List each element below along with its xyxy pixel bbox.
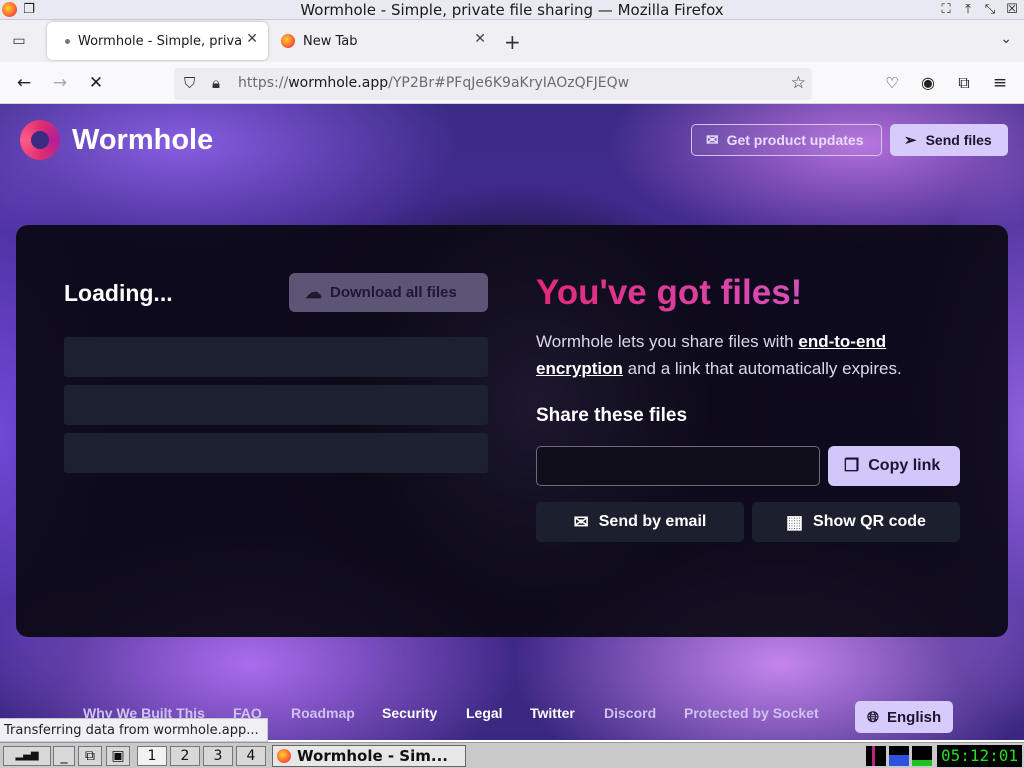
send-files-label: Send files [925, 132, 992, 148]
workspace-4[interactable]: 4 [236, 746, 266, 766]
paper-plane-icon: ➢ [904, 132, 917, 149]
copy-link-button[interactable]: ❐ Copy link [828, 446, 960, 486]
tab-wormhole[interactable]: Wormhole - Simple, private file sharing … [47, 22, 268, 60]
file-placeholder-row [64, 433, 488, 473]
bookmark-star-icon[interactable]: ☆ [791, 73, 806, 93]
url-prefix: https:// [238, 75, 289, 91]
network-monitor-icon [912, 746, 932, 766]
footer-link-roadmap[interactable]: Roadmap [291, 705, 355, 721]
globe-icon: 🌐︎ [867, 708, 880, 726]
padlock-icon[interactable]: 🔒︎ [212, 74, 220, 92]
clock: 05:12:01 [937, 745, 1022, 767]
wormhole-logo-icon[interactable] [20, 120, 60, 160]
tracking-shield-icon[interactable]: ⛉ [184, 74, 195, 92]
download-all-files-button[interactable]: ☁ Download all files [289, 273, 488, 312]
url-bar[interactable]: ⛉ 🔒︎ https://wormhole.app/YP2Br#PFqJe6K9… [174, 68, 812, 100]
send-by-email-label: Send by email [598, 513, 707, 530]
close-window-icon[interactable]: ☒ [1004, 2, 1020, 18]
stop-loading-icon[interactable]: ✕ [85, 72, 107, 94]
minimize-all-icon[interactable]: _ [53, 746, 75, 766]
memory-monitor-icon [889, 746, 909, 766]
resize-icon[interactable]: ⤡ [982, 2, 998, 18]
url-domain: wormhole.app [288, 75, 389, 91]
cloud-download-icon: ☁ [305, 282, 322, 302]
send-by-email-button[interactable]: ✉ Send by email [536, 502, 744, 542]
network-wifi-icon[interactable]: ▂▄▆ [3, 746, 51, 766]
status-tooltip: Transferring data from wormhole.app... [0, 718, 268, 742]
share-heading: Share these files [536, 405, 688, 426]
close-tab-icon[interactable]: ✕ [246, 31, 258, 47]
forward-arrow-icon[interactable]: → [49, 72, 71, 94]
language-selector-button[interactable]: 🌐︎ English [855, 701, 953, 733]
send-files-button[interactable]: ➢ Send files [890, 124, 1008, 156]
back-arrow-icon[interactable]: ← [13, 72, 35, 94]
get-product-updates-button[interactable]: ✉ Get product updates [691, 124, 882, 156]
desktop-icon[interactable]: ▣ [106, 746, 130, 766]
qr-code-icon: ▦ [786, 511, 804, 532]
language-label: English [887, 708, 942, 726]
tab-title: Wormhole - Simple, private file sharing [78, 33, 243, 49]
url-text[interactable]: https://wormhole.app/YP2Br#PFqJe6K9aKryI… [238, 75, 629, 91]
taskbar-window-firefox[interactable]: Wormhole - Sim... [272, 745, 466, 767]
close-tab-icon[interactable]: ✕ [474, 31, 486, 47]
file-placeholder-row [64, 385, 488, 425]
mail-icon: ✉ [706, 132, 719, 149]
description-text-2: and a link that automatically expires. [622, 359, 902, 378]
extensions-puzzle-icon[interactable]: ⧉ [953, 72, 975, 94]
loading-heading: Loading... [64, 280, 173, 306]
headline: You've got files! [536, 273, 803, 312]
window-title: Wormhole - Simple, private file sharing … [300, 1, 724, 19]
list-all-tabs-chevron-icon[interactable]: ⌄ [1000, 31, 1012, 47]
new-tab-plus-icon[interactable]: + [504, 30, 521, 54]
firefox-favicon-icon [277, 749, 291, 763]
pin-top-icon[interactable]: ⤒ [960, 2, 976, 18]
firefox-view-icon[interactable]: ▭ [8, 31, 30, 51]
tab-strip: ▭ Wormhole - Simple, private file sharin… [0, 20, 1024, 62]
updates-label: Get product updates [726, 132, 864, 148]
footer-link-legal[interactable]: Legal [466, 705, 503, 721]
window-titlebar: ❐ Wormhole - Simple, private file sharin… [0, 0, 1024, 20]
taskbar: ▂▄▆ _ ⧉ ▣ 1 2 3 4 Wormhole - Sim... 05:1… [0, 742, 1024, 768]
navigation-toolbar: ← → ✕ ⛉ 🔒︎ https://wormhole.app/YP2Br#PF… [0, 62, 1024, 104]
copy-link-label: Copy link [868, 457, 941, 474]
hamburger-menu-icon[interactable]: ≡ [989, 72, 1011, 94]
brand-name[interactable]: Wormhole [72, 124, 213, 157]
copy-icon: ❐ [844, 456, 860, 475]
fullscreen-icon[interactable]: ⛶ [938, 2, 954, 18]
show-qr-code-button[interactable]: ▦ Show QR code [752, 502, 960, 542]
loading-dot-icon [65, 38, 70, 44]
show-qr-label: Show QR code [813, 513, 926, 530]
account-icon[interactable]: ◉ [917, 72, 939, 94]
url-path: /YP2Br#PFqJe6K9aKryIAOzQFJEQw [388, 75, 630, 91]
taskbar-window-label: Wormhole - Sim... [297, 747, 448, 765]
footer-link-discord[interactable]: Discord [604, 705, 656, 721]
wormhole-page: Wormhole ✉ Get product updates ➢ Send fi… [0, 104, 1024, 740]
tab-title: New Tab [303, 33, 358, 49]
description-text-1: Wormhole lets you share files with [536, 332, 799, 351]
workspace-2[interactable]: 2 [170, 746, 200, 766]
description: Wormhole lets you share files with end-t… [536, 328, 946, 382]
mail-icon: ✉ [573, 511, 589, 532]
footer-link-twitter[interactable]: Twitter [530, 705, 575, 721]
workspace-1[interactable]: 1 [137, 746, 167, 766]
receive-card: Loading... ☁ Download all files You've g… [16, 225, 1008, 637]
footer-link-protected-by-socket[interactable]: Protected by Socket [684, 705, 819, 721]
footer-link-security[interactable]: Security [382, 705, 437, 721]
download-all-label: Download all files [330, 284, 457, 301]
cpu-monitor-icon [866, 746, 886, 766]
share-link-input[interactable] [536, 446, 820, 486]
file-placeholder-row [64, 337, 488, 377]
firefox-favicon-icon [281, 34, 295, 48]
tab-new-tab[interactable]: New Tab ✕ [271, 22, 496, 60]
pocket-icon[interactable]: ♡ [881, 72, 903, 94]
window-list-icon[interactable]: ⧉ [78, 746, 102, 766]
workspace-3[interactable]: 3 [203, 746, 233, 766]
